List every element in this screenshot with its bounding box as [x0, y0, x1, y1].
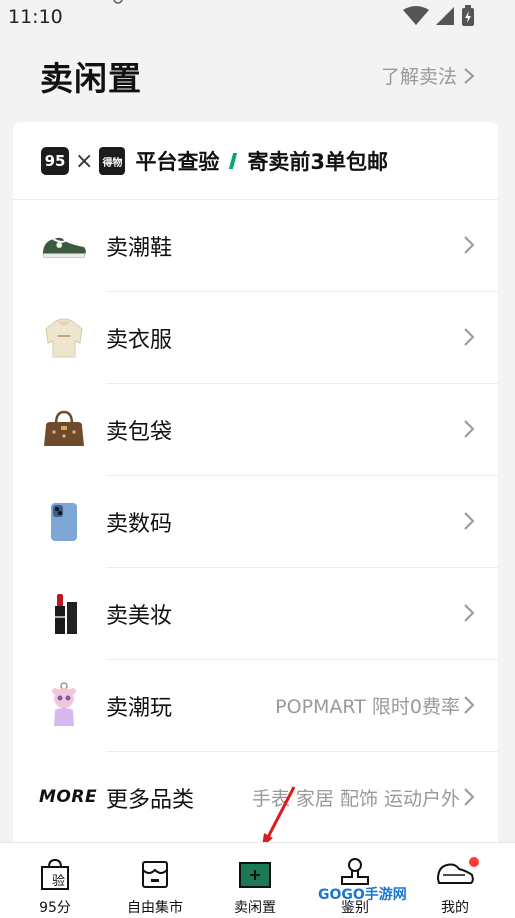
- sell-category-card: 95 × 得物 平台查验 寄卖前3单包邮 卖潮鞋 卖衣服 卖包袋 卖数码 卖美妆…: [13, 122, 498, 852]
- annotation-arrow-icon: [262, 786, 296, 847]
- notification-dot-icon: [113, 0, 123, 4]
- tab-label: 我的: [441, 900, 469, 916]
- tab-label: 卖闲置: [234, 900, 276, 916]
- row-sell-clothes[interactable]: 卖衣服: [13, 292, 498, 384]
- chevron-right-icon: [464, 420, 475, 438]
- page-header: 卖闲置 了解卖法: [0, 40, 515, 110]
- row-label: 卖潮玩: [106, 696, 173, 721]
- row-sell-beauty[interactable]: 卖美妆: [13, 568, 498, 660]
- watermark-logo: GOGO手游网: [318, 887, 407, 903]
- row-label: 卖衣服: [106, 328, 173, 353]
- status-time: 11:10: [8, 6, 63, 28]
- status-bar: 11:10: [0, 0, 515, 34]
- chevron-right-icon: [464, 512, 475, 530]
- signal-icon: [436, 7, 454, 25]
- lipstick-icon: [40, 590, 88, 638]
- tab-profile[interactable]: 我的: [405, 843, 505, 918]
- row-sell-sneakers[interactable]: 卖潮鞋: [13, 200, 498, 292]
- more-badge: MORE: [39, 787, 98, 807]
- row-sell-digital[interactable]: 卖数码: [13, 476, 498, 568]
- row-label: 卖美妆: [106, 604, 173, 629]
- chevron-right-icon: [464, 236, 475, 254]
- toy-icon: [40, 682, 88, 730]
- page-title: 卖闲置: [40, 59, 142, 98]
- hoodie-icon: [40, 314, 88, 362]
- shopping-bag-icon: 验: [38, 857, 72, 895]
- promo-banner: 95 × 得物 平台查验 寄卖前3单包邮: [41, 146, 388, 176]
- row-label: 更多品类: [106, 788, 195, 813]
- brand-dewu-logo: 得物: [99, 147, 126, 175]
- tab-authenticate[interactable]: 鉴别: [305, 843, 405, 918]
- row-sell-toys[interactable]: 卖潮玩 POPMART 限时0费率: [13, 660, 498, 752]
- learn-selling-link[interactable]: 了解卖法: [381, 62, 475, 89]
- times-sign: ×: [75, 148, 94, 174]
- handbag-icon: [40, 406, 88, 454]
- tab-95[interactable]: 验 95分: [5, 843, 105, 918]
- sneaker-icon: [40, 222, 88, 270]
- promo-text-inspection: 平台查验: [135, 150, 220, 174]
- phone-icon: [40, 498, 88, 546]
- battery-icon: [462, 5, 474, 26]
- sell-plus-icon: [238, 857, 272, 895]
- bottom-tab-bar: 验 95分 自由集市 卖闲置 鉴别 我的: [0, 842, 515, 918]
- row-label: 卖包袋: [106, 420, 173, 445]
- tab-label: 95分: [39, 900, 71, 916]
- chevron-right-icon: [464, 328, 475, 346]
- notification-badge: [469, 857, 479, 867]
- row-sell-bags[interactable]: 卖包袋: [13, 384, 498, 476]
- tab-label: 自由集市: [127, 900, 183, 916]
- tab-sell[interactable]: 卖闲置: [205, 843, 305, 918]
- row-promo-text: POPMART 限时0费率: [275, 696, 460, 718]
- wifi-icon: [403, 6, 429, 25]
- chevron-right-icon: [464, 696, 475, 714]
- row-label: 卖数码: [106, 512, 173, 537]
- tab-icon-text: 验: [52, 873, 65, 889]
- market-icon: [138, 857, 172, 895]
- status-icons: [403, 5, 475, 27]
- promo-text-shipping: 寄卖前3单包邮: [247, 150, 389, 174]
- tab-market[interactable]: 自由集市: [105, 843, 205, 918]
- chevron-right-icon: [464, 788, 475, 806]
- row-more-categories[interactable]: MORE 更多品类 手表 家居 配饰 运动户外: [13, 752, 498, 844]
- brand-95-logo: 95: [41, 147, 69, 175]
- chevron-right-icon: [464, 67, 475, 84]
- row-label: 卖潮鞋: [106, 236, 173, 261]
- promo-separator: [229, 153, 238, 169]
- chevron-right-icon: [464, 604, 475, 622]
- learn-selling-label: 了解卖法: [380, 66, 457, 88]
